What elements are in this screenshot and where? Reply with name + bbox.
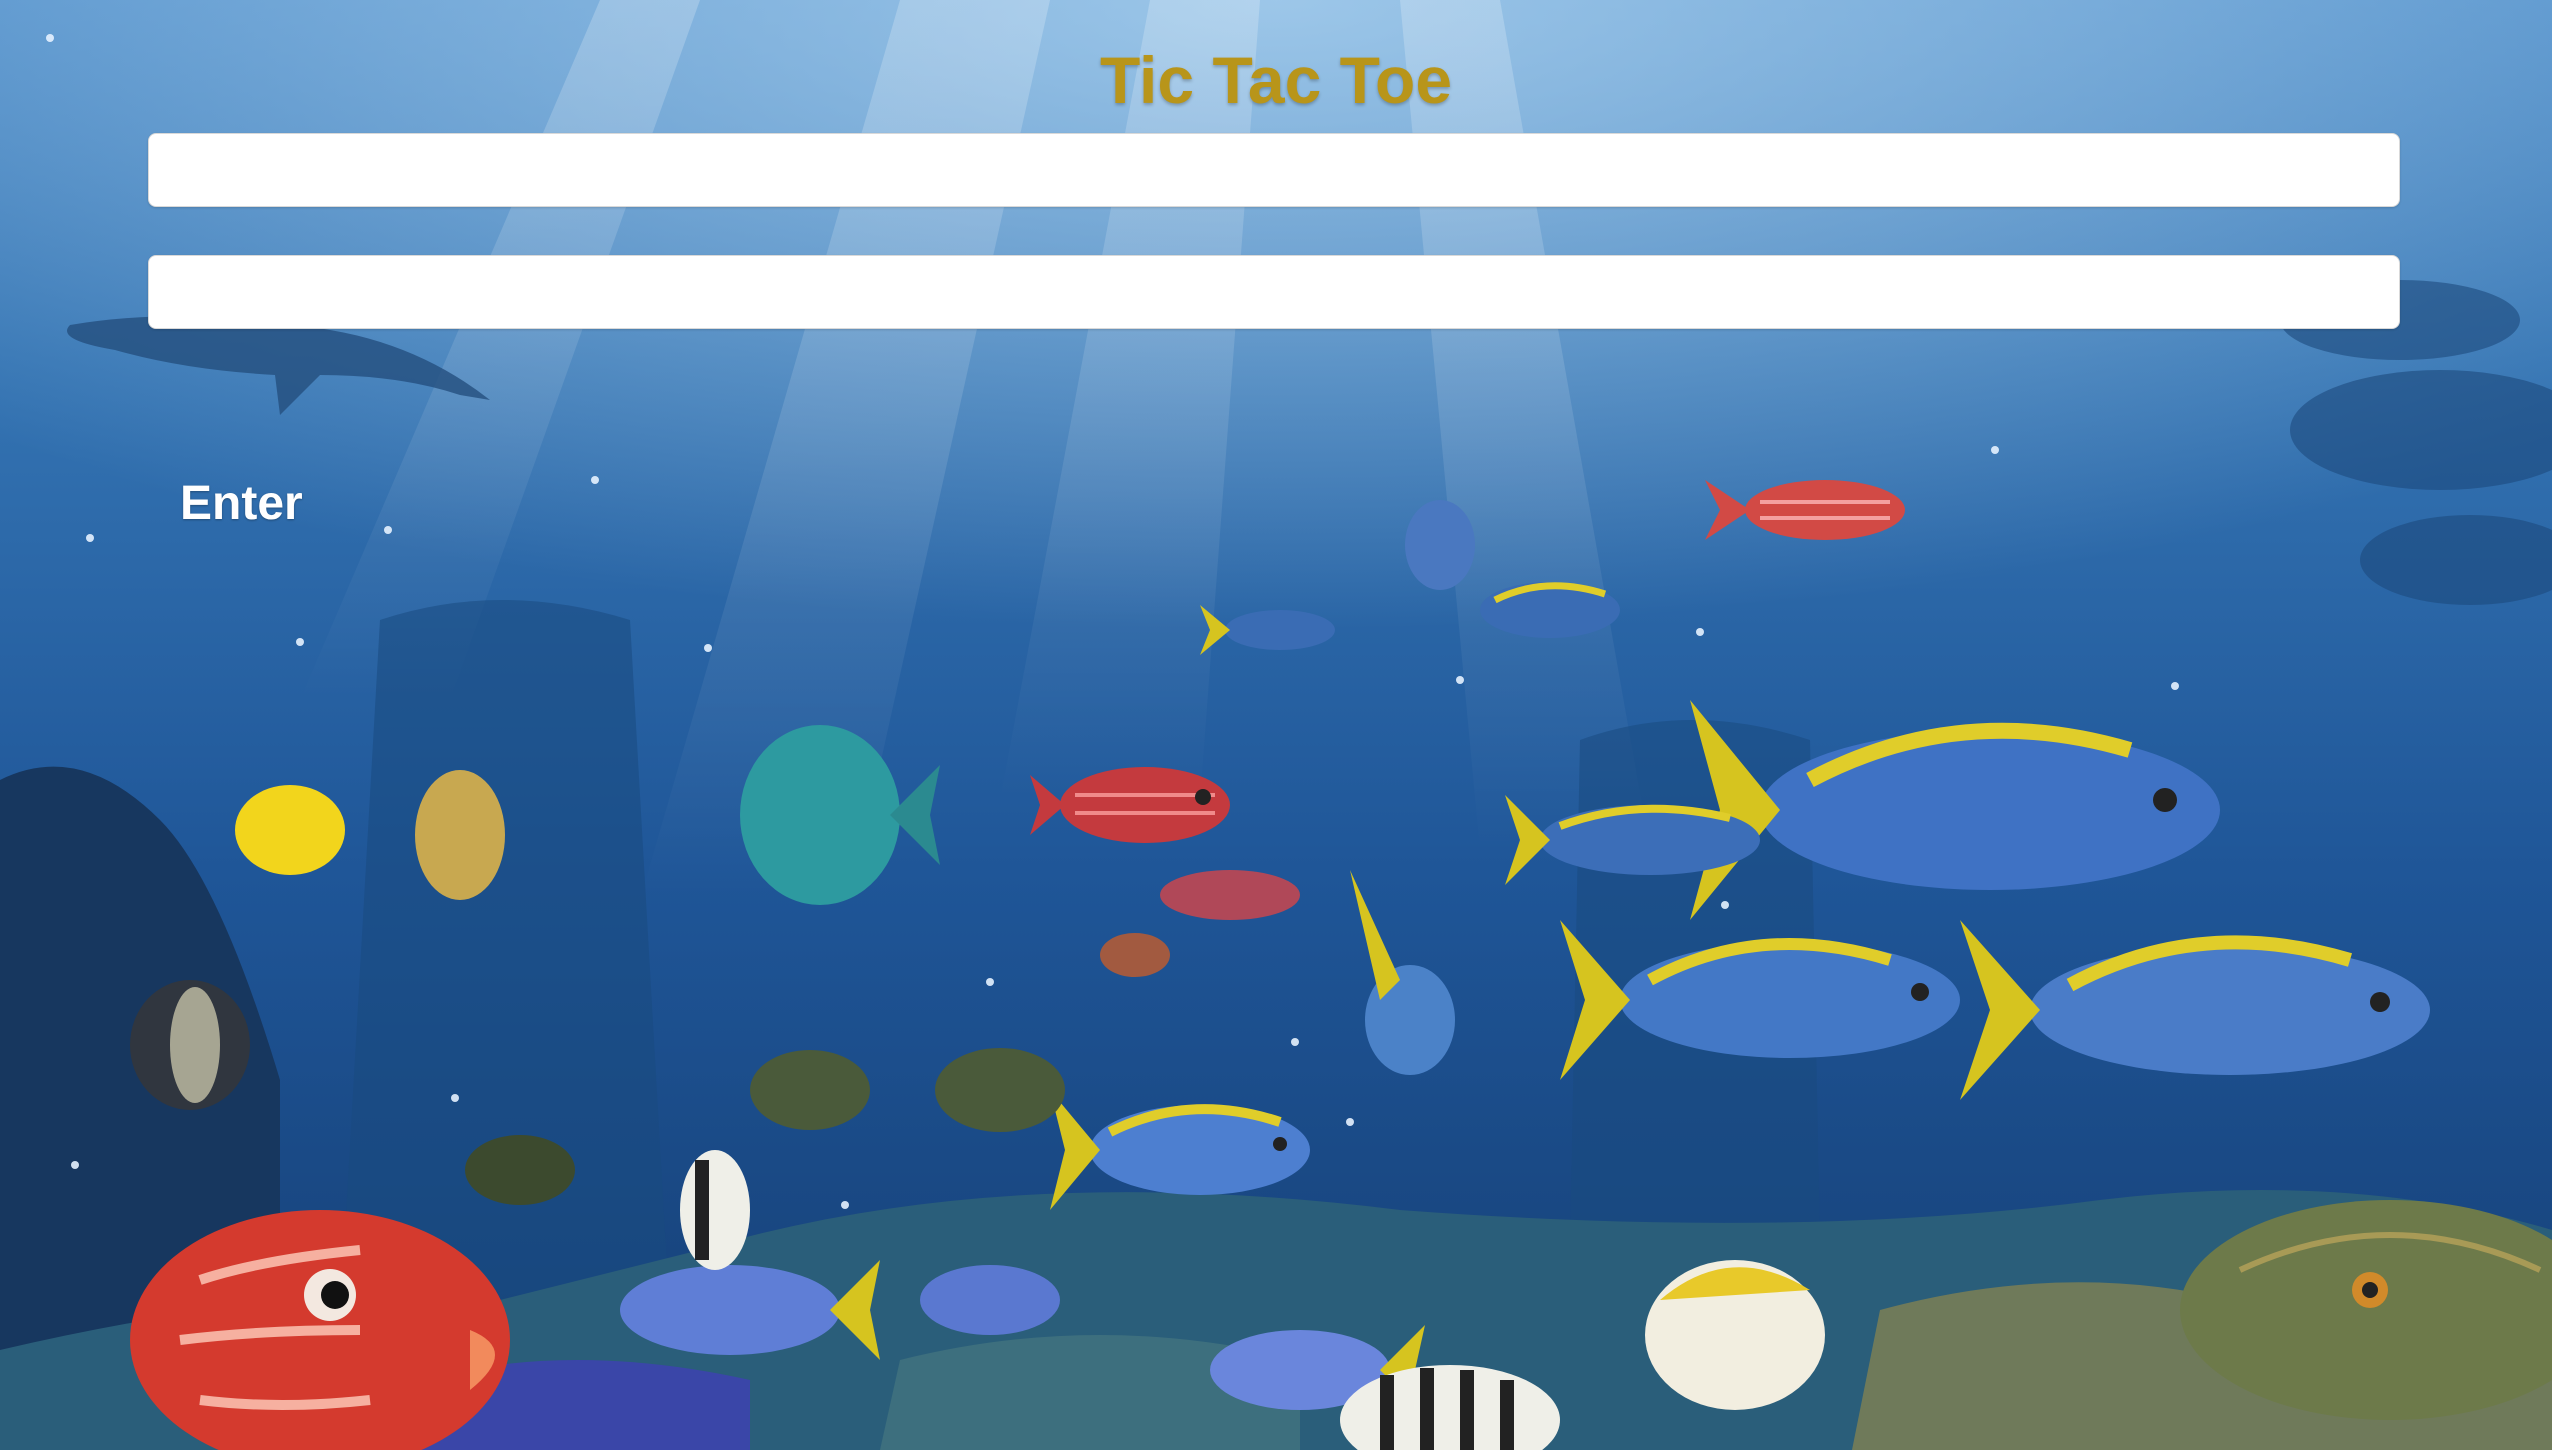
player-one-name-input[interactable]	[148, 133, 2400, 207]
enter-button[interactable]: Enter	[180, 474, 303, 534]
player-two-name-input[interactable]	[148, 255, 2400, 329]
underwater-background	[0, 0, 2552, 1450]
page-title: Tic Tac Toe	[1099, 43, 1453, 117]
